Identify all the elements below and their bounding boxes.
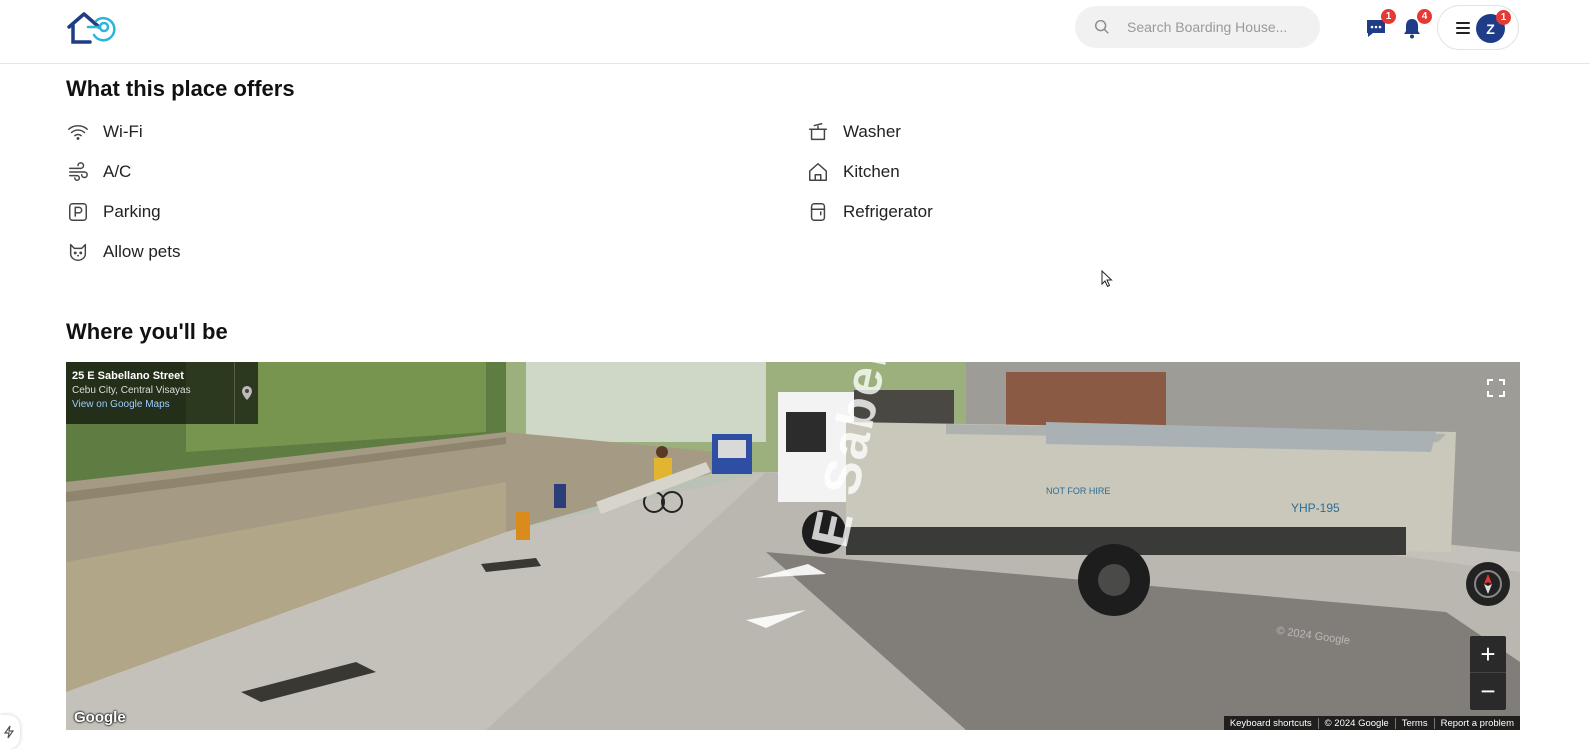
user-menu-button[interactable]: Z 1 [1437,5,1519,50]
google-logo: Google [74,709,126,726]
amenity-kitchen: Kitchen [806,160,900,184]
amenity-label: Kitchen [843,162,900,181]
side-widget-button[interactable] [0,715,20,749]
avatar-badge: 1 [1496,10,1511,25]
bolt-icon [3,725,15,739]
svg-text:YHP-195: YHP-195 [1291,501,1340,515]
mouse-cursor-icon [1101,270,1113,288]
amenity-label: Parking [103,202,161,221]
search-input[interactable] [1127,19,1317,35]
search-icon [1094,19,1109,34]
keyboard-shortcuts-link[interactable]: Keyboard shortcuts [1224,718,1318,729]
location-heading: Where you'll be [66,319,228,344]
amenity-label: Refrigerator [843,202,933,221]
top-navbar: 1 4 Z 1 [0,0,1590,64]
wind-icon [66,160,90,184]
amenity-label: Allow pets [103,242,181,261]
map-footer: Keyboard shortcuts © 2024 Google Terms R… [1223,716,1520,730]
amenity-ac: A/C [66,160,131,184]
messages-badge: 1 [1381,9,1396,24]
logo[interactable] [66,10,120,46]
view-on-google-maps-link[interactable]: View on Google Maps [72,399,228,410]
avatar[interactable]: Z 1 [1476,10,1511,43]
fullscreen-button[interactable] [1482,374,1510,402]
street-view-image: NOT FOR HIRE YHP-195 [66,362,1520,730]
map-pin-icon [241,386,252,400]
amenity-wifi: Wi-Fi [66,120,143,144]
zoom-controls: + − [1470,636,1506,710]
fullscreen-icon [1487,379,1505,397]
cat-icon [66,240,90,264]
menu-icon [1456,21,1470,34]
map-copyright: © 2024 Google [1317,717,1395,729]
street-view-map[interactable]: NOT FOR HIRE YHP-195 E Sabellano St © 20… [66,362,1520,730]
amenity-parking: Parking [66,200,161,224]
avatar-initial: Z [1486,20,1495,37]
terms-link[interactable]: Terms [1394,717,1434,729]
wifi-icon [66,120,90,144]
zoom-out-button[interactable]: − [1470,673,1506,710]
washer-icon [806,120,830,144]
zoom-in-button[interactable]: + [1470,636,1506,673]
svg-text:NOT FOR HIRE: NOT FOR HIRE [1046,486,1110,496]
fridge-icon [806,200,830,224]
notifications-badge: 4 [1417,9,1432,24]
compass-button[interactable] [1466,562,1510,606]
compass-icon [1474,570,1502,598]
address-street: 25 E Sabellano Street [72,370,184,382]
amenity-refrigerator: Refrigerator [806,200,933,224]
amenity-washer: Washer [806,120,901,144]
report-problem-link[interactable]: Report a problem [1433,717,1520,729]
amenity-pets: Allow pets [66,240,180,264]
address-card: 25 E Sabellano Street Cebu City, Central… [66,362,234,424]
offers-heading: What this place offers [66,76,295,101]
amenity-label: A/C [103,162,132,181]
amenity-label: Wi-Fi [103,122,143,141]
parking-icon [66,200,90,224]
search-bar[interactable] [1075,6,1320,48]
amenity-label: Washer [843,122,901,141]
notifications-button[interactable]: 4 [1400,9,1432,40]
home-icon [806,160,830,184]
map-pin-button[interactable] [234,362,258,424]
address-city: Cebu City, Central Visayas [72,385,191,396]
messages-button[interactable]: 1 [1364,9,1396,40]
